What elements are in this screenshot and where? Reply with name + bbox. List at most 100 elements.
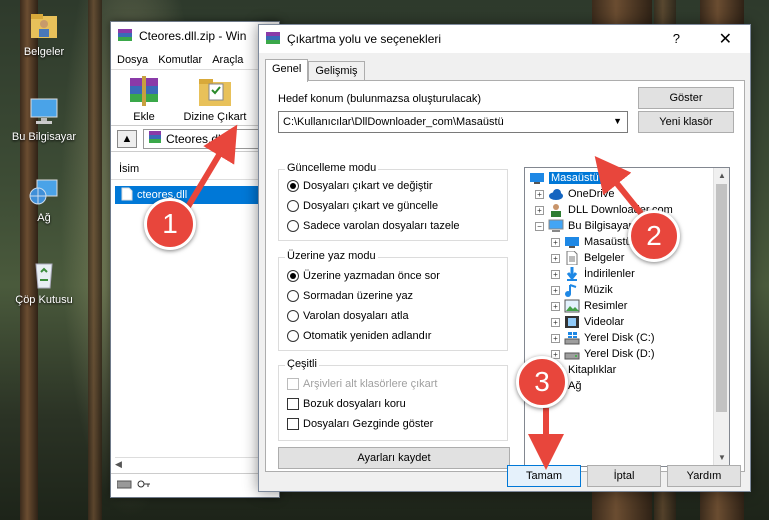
overwrite-mode-title: Üzerine yaz modu — [285, 250, 378, 262]
tree-item-documents[interactable]: + Belgeler — [551, 250, 624, 266]
scroll-down-icon[interactable]: ▼ — [714, 450, 729, 466]
desktop-icon-recycle-bin[interactable]: Çöp Kutusu — [8, 258, 80, 306]
option-label: Dosyaları çıkart ve değiştir — [303, 180, 433, 192]
misc-title: Çeşitli — [285, 358, 319, 370]
tree-item-desktop[interactable]: + Masaüstü — [551, 234, 632, 250]
tree-item-label: Videolar — [584, 316, 625, 328]
expand-icon[interactable]: + — [551, 333, 560, 343]
tree-item-label: Kitaplıklar — [568, 364, 617, 376]
extract-to-button[interactable]: Dizine Çıkart — [181, 74, 249, 123]
file-row[interactable]: cteores.dll — [115, 186, 275, 204]
up-arrow-icon: ▲ — [121, 132, 133, 145]
tree-item-pictures[interactable]: + Resimler — [551, 298, 627, 314]
radio[interactable] — [287, 220, 299, 232]
collapse-icon[interactable]: − — [535, 221, 544, 231]
expand-icon[interactable]: + — [535, 189, 544, 199]
add-button[interactable]: Ekle — [117, 74, 171, 123]
radio-selected[interactable] — [287, 180, 299, 192]
close-icon[interactable]: ✕ — [719, 29, 732, 49]
overwrite-option-skip[interactable]: Varolan dosyaları atla — [287, 310, 409, 322]
tree-item-label: Ağ — [568, 380, 582, 392]
update-option-extract-replace[interactable]: Dosyaları çıkart ve değiştir — [287, 180, 433, 192]
new-folder-button[interactable]: Yeni klasör — [638, 111, 734, 133]
save-settings-button[interactable]: Ayarları kaydet — [278, 447, 510, 469]
tree-item-label: Yerel Disk (C:) — [584, 332, 655, 344]
radio[interactable] — [287, 200, 299, 212]
desktop-icon-this-pc[interactable]: Bu Bilgisayar — [8, 95, 80, 143]
recycle-bin-icon — [27, 258, 61, 290]
expand-icon[interactable]: + — [551, 317, 560, 327]
radio[interactable] — [287, 330, 299, 342]
up-folder-button[interactable]: ▲ — [117, 129, 137, 148]
column-header-name[interactable]: İsim — [111, 158, 279, 180]
radio[interactable] — [287, 290, 299, 302]
tree-item-downloads[interactable]: + İndirilenler — [551, 266, 635, 282]
misc-option-keep-broken[interactable]: Bozuk dosyaları koru — [287, 398, 406, 410]
expand-icon[interactable]: + — [551, 253, 560, 263]
tree-item-disk-c[interactable]: + Yerel Disk (C:) — [551, 330, 655, 346]
film-icon — [564, 315, 580, 329]
archive-path-field[interactable]: Cteores.dll. — [143, 128, 273, 149]
dialog-tabs: Genel Gelişmiş — [265, 59, 365, 82]
ok-button[interactable]: Tamam — [507, 465, 581, 487]
tab-general[interactable]: Genel — [265, 59, 309, 82]
desktop-icon-network[interactable]: Ağ — [8, 176, 80, 224]
scroll-up-icon[interactable]: ▲ — [714, 168, 729, 184]
tree-item-videos[interactable]: + Videolar — [551, 314, 624, 330]
tree-item-desktop-root[interactable]: Masaüstü — [529, 170, 601, 186]
archive-books-icon — [124, 74, 164, 108]
show-button[interactable]: Göster — [638, 87, 734, 109]
winrar-titlebar[interactable]: Cteores.dll.zip - Win — [111, 22, 279, 50]
expand-icon[interactable]: + — [551, 349, 560, 359]
expand-icon[interactable]: + — [551, 269, 560, 279]
update-option-fresh-only[interactable]: Sadece varolan dosyaları tazele — [287, 220, 460, 232]
tree-item-disk-d[interactable]: + Yerel Disk (D:) — [551, 346, 655, 362]
winrar-horizontal-scrollbar[interactable]: ◀ — [115, 457, 275, 471]
column-header-label: İsim — [119, 162, 140, 175]
tab-advanced[interactable]: Gelişmiş — [308, 61, 365, 81]
radio-selected[interactable] — [287, 270, 299, 282]
cancel-button[interactable]: İptal — [587, 465, 661, 487]
misc-option-show-explorer[interactable]: Dosyaları Gezginde göster — [287, 418, 433, 430]
overwrite-option-ask[interactable]: Üzerine yazmadan önce sor — [287, 270, 440, 282]
overwrite-option-no-prompt[interactable]: Sormadan üzerine yaz — [287, 290, 413, 302]
tree-item-music[interactable]: + Müzik — [551, 282, 613, 298]
tree-vertical-scrollbar[interactable]: ▲ ▼ — [713, 168, 729, 466]
tree-item-label: Müzik — [584, 284, 613, 296]
target-path-combobox[interactable]: C:\Kullanıcılar\DllDownloader_com\Masaüs… — [278, 111, 628, 133]
winrar-status-bar — [111, 473, 279, 497]
option-label: Sadece varolan dosyaları tazele — [303, 220, 460, 232]
computer-icon — [27, 95, 61, 127]
radio[interactable] — [287, 310, 299, 322]
drive-icon — [564, 347, 580, 361]
tree-item-this-pc[interactable]: − Bu Bilgisayar — [535, 218, 632, 234]
winrar-toolbar: Ekle Dizine Çıkart — [111, 70, 279, 126]
help-icon[interactable]: ? — [673, 31, 680, 46]
extract-options-dialog: Çıkartma yolu ve seçenekleri ? ✕ Genel G… — [258, 24, 751, 492]
update-option-extract-update[interactable]: Dosyaları çıkart ve güncelle — [287, 200, 438, 212]
expand-icon[interactable]: + — [551, 237, 560, 247]
menu-tools[interactable]: Araçla — [212, 54, 243, 66]
user-icon — [548, 203, 564, 217]
help-button[interactable]: Yardım — [667, 465, 741, 487]
option-label: Sormadan üzerine yaz — [303, 290, 414, 302]
tree-item-label: OneDrive — [568, 188, 615, 200]
desktop-icon — [564, 235, 580, 249]
expand-icon[interactable]: + — [551, 301, 560, 311]
menu-file[interactable]: Dosya — [117, 54, 148, 66]
option-label: Bozuk dosyaları koru — [303, 398, 406, 410]
checkbox[interactable] — [287, 398, 299, 410]
scroll-thumb[interactable] — [716, 184, 727, 412]
dialog-titlebar[interactable]: Çıkartma yolu ve seçenekleri ? ✕ — [259, 25, 750, 53]
expand-icon[interactable]: + — [551, 285, 560, 295]
desktop-icon-label: Ağ — [37, 212, 51, 224]
checkbox[interactable] — [287, 418, 299, 430]
desktop-icon-documents[interactable]: Belgeler — [8, 10, 80, 58]
tree-item-label: Masaüstü — [549, 172, 601, 184]
picture-icon — [564, 299, 580, 313]
tree-item-onedrive[interactable]: + OneDrive — [535, 186, 614, 202]
menu-commands[interactable]: Komutlar — [158, 54, 202, 66]
expand-icon[interactable]: + — [535, 205, 544, 215]
overwrite-option-rename[interactable]: Otomatik yeniden adlandır — [287, 330, 431, 342]
dialog-title: Çıkartma yolu ve seçenekleri — [287, 32, 442, 46]
